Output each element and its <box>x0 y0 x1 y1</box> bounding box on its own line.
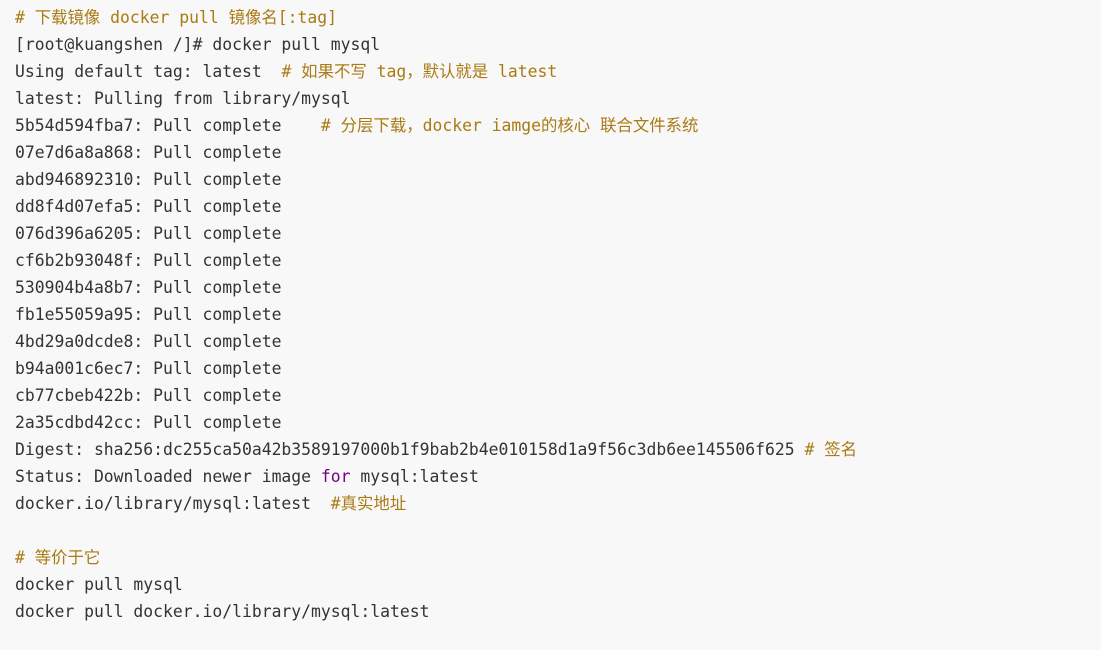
code-line-8: dd8f4d07efa5: Pull complete <box>15 193 1101 220</box>
code-text: [root@kuangshen /]# docker pull mysql <box>15 35 381 54</box>
code-line-15: cb77cbeb422b: Pull complete <box>15 382 1101 409</box>
code-text: docker pull docker.io/library/mysql:late… <box>15 602 430 621</box>
code-line-19: docker.io/library/mysql:latest #真实地址 <box>15 490 1101 517</box>
code-text: dd8f4d07efa5: Pull complete <box>15 197 282 216</box>
code-line-5: 5b54d594fba7: Pull complete # 分层下载，docke… <box>15 112 1101 139</box>
code-text: abd946892310: Pull complete <box>15 170 282 189</box>
code-text: 07e7d6a8a868: Pull complete <box>15 143 282 162</box>
code-text: Digest: sha256:dc255ca50a42b3589197000b1… <box>15 440 805 459</box>
code-line-7: abd946892310: Pull complete <box>15 166 1101 193</box>
code-line-11: 530904b4a8b7: Pull complete <box>15 274 1101 301</box>
code-line-21: # 等价于它 <box>15 544 1101 571</box>
code-line-17: Digest: sha256:dc255ca50a42b3589197000b1… <box>15 436 1101 463</box>
code-block: # 下载镜像 docker pull 镜像名[:tag] [root@kuang… <box>0 0 1101 650</box>
code-line-1: # 下载镜像 docker pull 镜像名[:tag] <box>15 4 1101 31</box>
code-line-6: 07e7d6a8a868: Pull complete <box>15 139 1101 166</box>
code-comment: # 下载镜像 docker pull 镜像名[:tag] <box>15 8 337 27</box>
code-text: docker pull mysql <box>15 575 183 594</box>
code-line-16: 2a35cdbd42cc: Pull complete <box>15 409 1101 436</box>
code-comment: # 如果不写 tag，默认就是 latest <box>281 62 558 81</box>
code-text: 2a35cdbd42cc: Pull complete <box>15 413 282 432</box>
code-line-13: 4bd29a0dcde8: Pull complete <box>15 328 1101 355</box>
code-line-4: latest: Pulling from library/mysql <box>15 85 1101 112</box>
code-text: 530904b4a8b7: Pull complete <box>15 278 282 297</box>
code-line-9: 076d396a6205: Pull complete <box>15 220 1101 247</box>
code-line-12: fb1e55059a95: Pull complete <box>15 301 1101 328</box>
code-text: fb1e55059a95: Pull complete <box>15 305 282 324</box>
code-comment: # 分层下载，docker iamge的核心 联合文件系统 <box>320 116 699 135</box>
code-line-2: [root@kuangshen /]# docker pull mysql <box>15 31 1101 58</box>
code-comment: # 等价于它 <box>15 548 101 567</box>
code-text: cb77cbeb422b: Pull complete <box>15 386 282 405</box>
code-line-18: Status: Downloaded newer image for mysql… <box>15 463 1101 490</box>
code-text: cf6b2b93048f: Pull complete <box>15 251 282 270</box>
code-text: 076d396a6205: Pull complete <box>15 224 282 243</box>
code-line-10: cf6b2b93048f: Pull complete <box>15 247 1101 274</box>
code-comment: #真实地址 <box>330 494 407 513</box>
code-line-22: docker pull mysql <box>15 571 1101 598</box>
code-text: 4bd29a0dcde8: Pull complete <box>15 332 282 351</box>
code-comment: # 签名 <box>804 440 857 459</box>
code-text: Status: Downloaded newer image <box>15 467 321 486</box>
code-text: latest: Pulling from library/mysql <box>15 89 351 108</box>
code-line-3: Using default tag: latest # 如果不写 tag，默认就… <box>15 58 1101 85</box>
code-text: b94a001c6ec7: Pull complete <box>15 359 282 378</box>
code-line-23: docker pull docker.io/library/mysql:late… <box>15 598 1101 625</box>
code-text: 5b54d594fba7: Pull complete <box>15 116 321 135</box>
code-line-14: b94a001c6ec7: Pull complete <box>15 355 1101 382</box>
code-keyword: for <box>320 467 351 486</box>
code-text: docker.io/library/mysql:latest <box>15 494 331 513</box>
code-text: Using default tag: latest <box>15 62 282 81</box>
code-text: mysql:latest <box>350 467 479 486</box>
